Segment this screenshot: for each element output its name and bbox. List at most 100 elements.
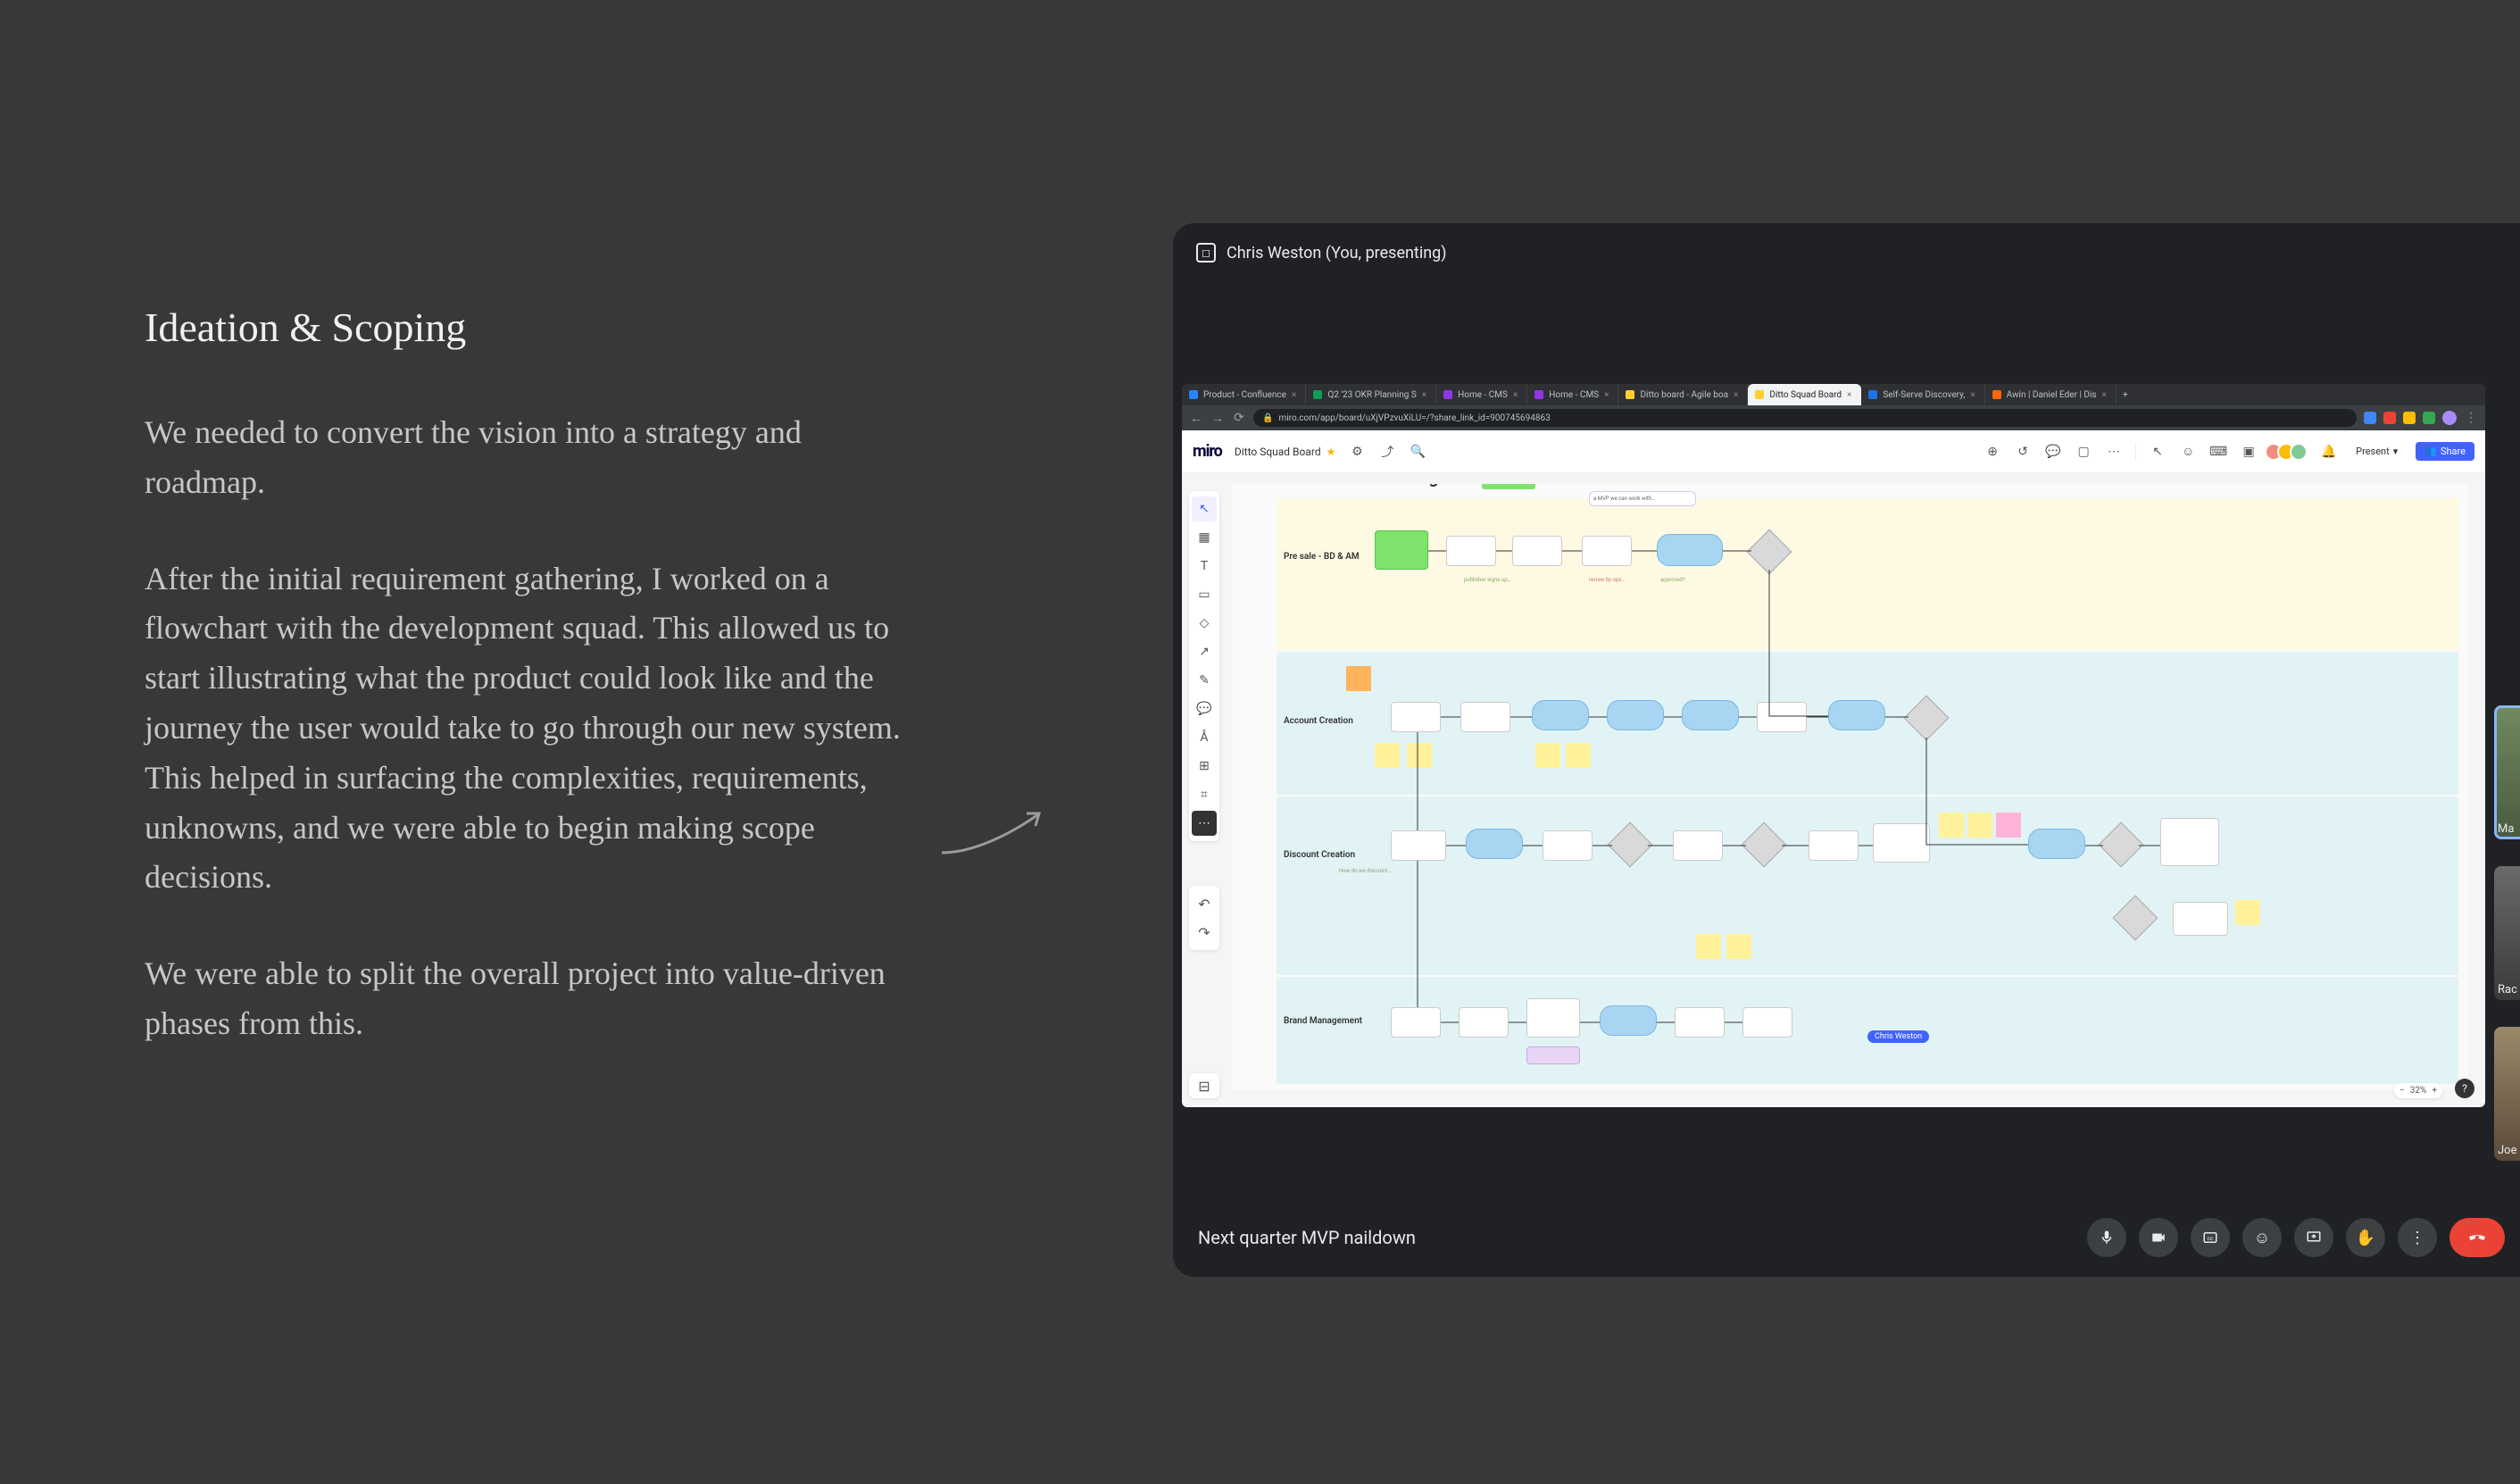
settings-icon[interactable]: ⚙	[1348, 443, 1366, 461]
collaborator-avatars[interactable]	[2270, 443, 2308, 461]
browser-tab[interactable]: Awin | Daniel Eder | Dis×	[1985, 384, 2117, 405]
timer-icon[interactable]: ⊕	[1984, 443, 2001, 461]
browser-tab[interactable]: Home - CMS×	[1527, 384, 1618, 405]
flow-node[interactable]	[1375, 530, 1428, 570]
flow-node[interactable]	[1459, 1007, 1509, 1038]
zoom-value[interactable]: 32%	[2410, 1086, 2427, 1096]
back-icon[interactable]: ←	[1189, 411, 1203, 425]
sticky-tool-icon[interactable]: ▭	[1192, 582, 1217, 607]
board-name[interactable]: Ditto Squad Board ★	[1235, 446, 1336, 458]
frame-tool-icon[interactable]: Å	[1192, 725, 1217, 750]
flow-node[interactable]	[1809, 830, 1859, 861]
flow-node[interactable]	[1607, 700, 1664, 730]
redo-icon[interactable]: ↷	[1192, 920, 1217, 945]
sticky-note[interactable]	[1967, 813, 1992, 838]
flow-node[interactable]	[1543, 830, 1593, 861]
close-tab-icon[interactable]: ×	[1292, 390, 1296, 400]
close-tab-icon[interactable]: ×	[1847, 390, 1851, 400]
participant-tile[interactable]: Ma	[2494, 705, 2520, 839]
miro-logo[interactable]: miro	[1193, 442, 1222, 461]
screenshare-icon[interactable]: ▣	[2240, 443, 2258, 461]
upload-tool-icon[interactable]: ⊞	[1192, 754, 1217, 779]
flow-node[interactable]	[1466, 829, 1523, 859]
present-screen-button[interactable]	[2294, 1218, 2333, 1257]
flow-node[interactable]	[2160, 818, 2219, 866]
help-button[interactable]: ?	[2455, 1079, 2474, 1098]
close-tab-icon[interactable]: ×	[1422, 390, 1426, 400]
flow-node[interactable]	[1391, 702, 1441, 732]
shape-tool-icon[interactable]: ◇	[1192, 611, 1217, 636]
flow-node[interactable]	[1828, 700, 1885, 730]
miro-canvas[interactable]: Portal Onboarding Pre sale - BD & AM Acc…	[1232, 484, 2467, 1089]
sticky-note[interactable]	[1939, 813, 1964, 838]
flow-node[interactable]	[1673, 830, 1723, 861]
frame-icon[interactable]: ▢	[2075, 443, 2092, 461]
zoom-out-button[interactable]: −	[2399, 1086, 2405, 1096]
connector-tool-icon[interactable]: ↗	[1192, 639, 1217, 664]
search-icon[interactable]: 🔍	[1409, 443, 1426, 461]
flow-node[interactable]	[1460, 702, 1510, 732]
flow-node[interactable]	[1675, 1007, 1725, 1038]
flow-node[interactable]	[1512, 536, 1562, 566]
flow-node[interactable]	[1742, 1007, 1792, 1038]
sticky-note[interactable]	[1346, 666, 1371, 691]
extension-icon[interactable]	[2403, 412, 2416, 424]
flow-node[interactable]	[1600, 1005, 1657, 1036]
url-field[interactable]: 🔒 miro.com/app/board/uXjVPzvuXiLU=/?shar…	[1253, 409, 2357, 427]
extension-icon[interactable]	[2423, 412, 2435, 424]
reload-icon[interactable]: ⟳	[1232, 411, 1246, 425]
flow-node[interactable]	[1657, 534, 1723, 566]
sticky-note[interactable]	[1726, 934, 1751, 959]
close-tab-icon[interactable]: ×	[1734, 390, 1738, 400]
close-tab-icon[interactable]: ×	[2102, 390, 2107, 400]
extension-icon[interactable]	[2383, 412, 2396, 424]
participant-tile[interactable]: Rac	[2494, 866, 2520, 1000]
comment-tool-icon[interactable]: 💬	[1192, 696, 1217, 721]
browser-tab[interactable]: Home - CMS×	[1436, 384, 1527, 405]
camera-button[interactable]	[2139, 1218, 2178, 1257]
templates-tool-icon[interactable]: ▦	[1192, 525, 1217, 550]
undo-icon[interactable]: ↶	[1192, 891, 1217, 916]
flow-node[interactable]	[1757, 702, 1807, 732]
flow-node[interactable]	[1446, 536, 1496, 566]
flow-node[interactable]	[1526, 1046, 1580, 1064]
kebab-menu-icon[interactable]: ⋮	[2464, 411, 2478, 425]
pen-tool-icon[interactable]: ✎	[1192, 668, 1217, 693]
callout-note[interactable]: a MVP we can work with…	[1589, 491, 1696, 506]
raise-hand-button[interactable]: ✋	[2346, 1218, 2385, 1257]
sticky-note[interactable]	[1535, 743, 1560, 768]
browser-tab[interactable]: Ditto board - Agile boa×	[1618, 384, 1748, 405]
new-tab-button[interactable]: +	[2117, 384, 2134, 405]
forward-icon[interactable]: →	[1210, 411, 1225, 425]
profile-avatar-icon[interactable]	[2442, 411, 2457, 425]
more-options-button[interactable]: ⋮	[2398, 1218, 2437, 1257]
export-icon[interactable]: ⤴	[1378, 443, 1396, 461]
reactions-button[interactable]: ☺	[2242, 1218, 2282, 1257]
browser-tab[interactable]: Product - Confluence×	[1182, 384, 1306, 405]
comment-icon[interactable]: 💬	[2044, 443, 2062, 461]
present-button[interactable]: Present ▾	[2350, 444, 2403, 459]
history-icon[interactable]: ↺	[2014, 443, 2032, 461]
close-tab-icon[interactable]: ×	[1970, 390, 1975, 400]
apps-tool-icon[interactable]: ⋯	[1192, 811, 1217, 836]
flow-node[interactable]	[1582, 536, 1632, 566]
select-tool-icon[interactable]: ↖	[1192, 496, 1217, 521]
browser-tab[interactable]: Self-Serve Discovery,×	[1861, 384, 1984, 405]
pin-icon[interactable]: ◻	[1196, 243, 1216, 263]
close-tab-icon[interactable]: ×	[1513, 390, 1518, 400]
sticky-note[interactable]	[1566, 743, 1591, 768]
extension-icon[interactable]	[2364, 412, 2376, 424]
flow-node[interactable]	[1682, 700, 1739, 730]
sticky-note[interactable]	[1375, 743, 1400, 768]
browser-tab[interactable]: Q2 '23 OKR Planning S×	[1306, 384, 1436, 405]
captions-button[interactable]: cc	[2191, 1218, 2230, 1257]
text-tool-icon[interactable]: T	[1192, 554, 1217, 579]
flow-node[interactable]	[1873, 823, 1930, 863]
zoom-in-button[interactable]: +	[2432, 1086, 2437, 1096]
star-icon[interactable]: ★	[1327, 446, 1336, 458]
notifications-icon[interactable]: 🔔	[2320, 443, 2338, 461]
flow-node[interactable]	[1391, 830, 1446, 861]
flow-node[interactable]	[1526, 998, 1580, 1038]
hide-toolbar-button[interactable]: ⊟	[1189, 1073, 1219, 1098]
flow-node[interactable]	[1532, 700, 1589, 730]
